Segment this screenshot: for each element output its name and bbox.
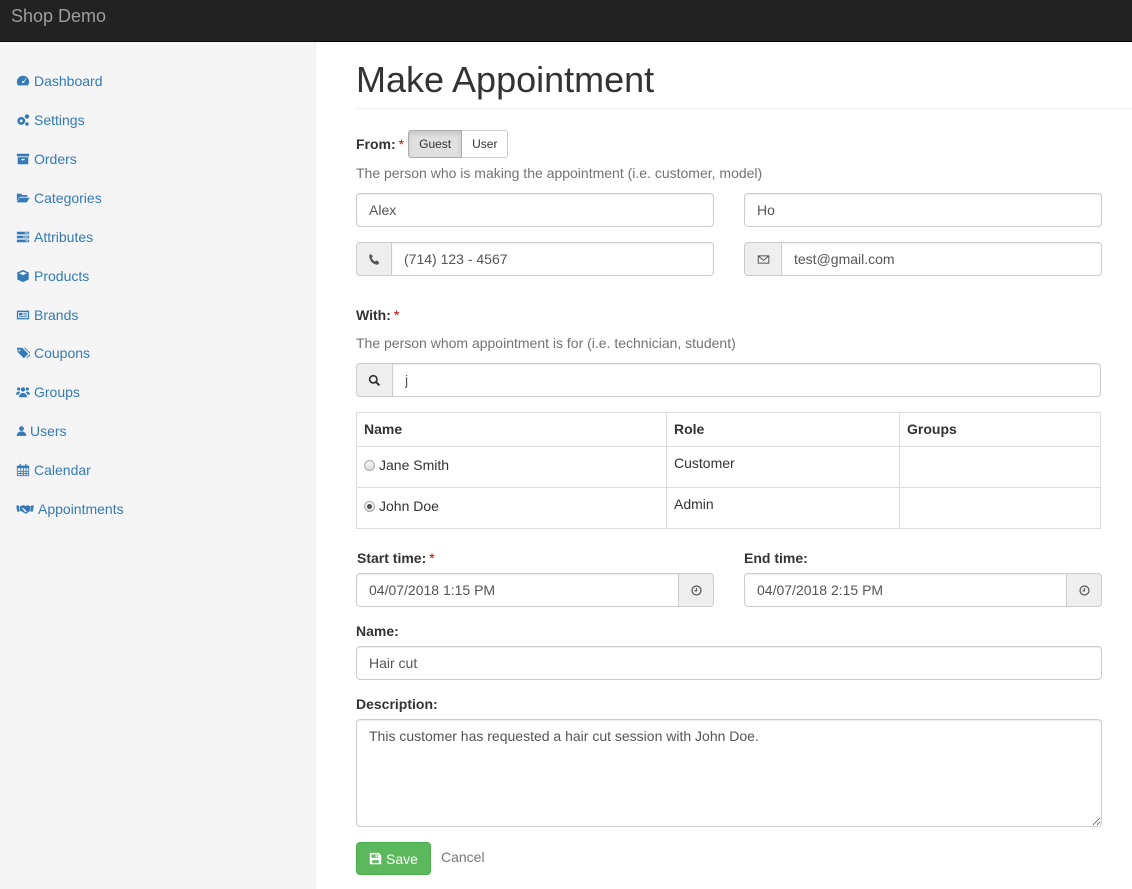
from-label-text: From: bbox=[356, 136, 396, 152]
cancel-link[interactable]: Cancel bbox=[441, 849, 485, 865]
sidebar-item-calendar[interactable]: Calendar bbox=[16, 460, 91, 480]
role-cell: Customer bbox=[666, 446, 900, 488]
with-label: With: * bbox=[356, 307, 399, 323]
groups-cell bbox=[899, 446, 1101, 488]
sidebar-item-coupons[interactable]: Coupons bbox=[16, 343, 90, 363]
from-type-toggle: Guest User bbox=[408, 130, 509, 158]
description-label: Description: bbox=[356, 696, 438, 712]
guest-toggle-button[interactable]: Guest bbox=[408, 130, 463, 158]
table-row[interactable]: Jane Smith Customer bbox=[356, 446, 1101, 488]
user-name: John Doe bbox=[379, 498, 439, 514]
dashboard-icon bbox=[16, 73, 32, 87]
first-name-input[interactable] bbox=[356, 193, 714, 227]
sidebar-item-label: Dashboard bbox=[34, 73, 103, 89]
brand-link[interactable]: Shop Demo bbox=[11, 6, 106, 26]
search-icon bbox=[356, 363, 392, 397]
users-icon bbox=[16, 384, 32, 398]
groups-cell bbox=[899, 487, 1101, 529]
end-time-input-group bbox=[744, 573, 1102, 607]
clock-icon[interactable] bbox=[679, 573, 714, 607]
gears-icon bbox=[16, 112, 32, 126]
column-header-name: Name bbox=[356, 412, 667, 447]
phone-icon bbox=[356, 242, 391, 276]
with-label-text: With: bbox=[356, 307, 391, 323]
from-label: From: * bbox=[356, 136, 404, 152]
sidebar-item-label: Settings bbox=[34, 112, 85, 128]
clock-icon[interactable] bbox=[1067, 573, 1102, 607]
user-name: Jane Smith bbox=[379, 457, 450, 473]
required-mark: * bbox=[398, 136, 405, 152]
sidebar-item-attributes[interactable]: Attributes bbox=[16, 227, 93, 247]
sidebar-item-label: Categories bbox=[34, 190, 102, 206]
with-search-input[interactable] bbox=[392, 363, 1101, 397]
table-row[interactable]: John Doe Admin bbox=[356, 487, 1101, 529]
sidebar-item-label: Coupons bbox=[34, 345, 91, 361]
description-textarea[interactable]: This customer has requested a hair cut s… bbox=[356, 719, 1102, 827]
start-time-input-group bbox=[356, 573, 714, 607]
start-time-label-text: Start time: bbox=[357, 550, 427, 566]
sidebar-item-brands[interactable]: Brands bbox=[16, 305, 78, 325]
sidebar-item-orders[interactable]: Orders bbox=[16, 149, 77, 169]
select-user-radio[interactable] bbox=[364, 501, 375, 512]
sidebar-item-label: Attributes bbox=[34, 229, 94, 245]
sidebar-item-settings[interactable]: Settings bbox=[16, 110, 85, 130]
page-title: Make Appointment bbox=[356, 59, 655, 100]
envelope-icon bbox=[744, 242, 781, 276]
last-name-input[interactable] bbox=[744, 193, 1102, 227]
tasks-icon bbox=[16, 229, 32, 243]
sidebar-item-label: Users bbox=[30, 423, 67, 439]
title-divider bbox=[356, 108, 1132, 109]
top-navbar: Shop Demo bbox=[0, 0, 1132, 42]
save-icon bbox=[369, 852, 382, 865]
email-input[interactable] bbox=[781, 242, 1102, 276]
from-help-text: The person who is making the appointment… bbox=[356, 165, 763, 181]
required-mark: * bbox=[429, 550, 435, 566]
user-icon bbox=[16, 423, 28, 437]
name-label: Name: bbox=[356, 623, 399, 639]
sidebar: Dashboard Settings Orders Categories Att… bbox=[0, 42, 316, 889]
sidebar-item-categories[interactable]: Categories bbox=[16, 188, 102, 208]
cube-icon bbox=[16, 268, 32, 283]
save-label: Save bbox=[386, 850, 418, 867]
sidebar-item-label: Appointments bbox=[38, 501, 124, 517]
table-header-row: Name Role Groups bbox=[356, 412, 1101, 447]
end-time-input[interactable] bbox=[744, 573, 1067, 607]
sidebar-item-groups[interactable]: Groups bbox=[16, 382, 80, 402]
handshake-icon bbox=[16, 501, 36, 515]
end-time-label: End time: bbox=[744, 550, 808, 566]
phone-input[interactable] bbox=[391, 242, 714, 276]
from-row: From: * Guest User bbox=[356, 130, 509, 158]
sidebar-item-label: Brands bbox=[34, 307, 79, 323]
tags-icon bbox=[16, 345, 32, 359]
required-mark: * bbox=[393, 307, 400, 323]
search-input-group bbox=[356, 363, 1101, 397]
folder-open-icon bbox=[16, 190, 32, 204]
archive-icon bbox=[16, 151, 32, 165]
sidebar-item-label: Products bbox=[34, 268, 90, 284]
phone-input-group bbox=[356, 242, 714, 276]
with-help-text: The person whom appointment is for (i.e.… bbox=[356, 335, 736, 351]
newspaper-icon bbox=[16, 307, 32, 321]
save-button[interactable]: Save bbox=[356, 842, 431, 875]
select-user-radio[interactable] bbox=[364, 460, 375, 471]
users-table: Name Role Groups Jane Smith Customer Joh… bbox=[356, 412, 1101, 529]
column-header-groups: Groups bbox=[899, 412, 1101, 447]
column-header-role: Role bbox=[666, 412, 900, 447]
start-time-label: Start time: * bbox=[357, 550, 435, 566]
sidebar-item-label: Groups bbox=[34, 384, 80, 400]
appointment-name-input[interactable] bbox=[356, 646, 1102, 680]
name-cell: John Doe bbox=[356, 487, 667, 529]
email-input-group bbox=[744, 242, 1102, 276]
sidebar-item-products[interactable]: Products bbox=[16, 266, 89, 286]
name-cell: Jane Smith bbox=[356, 446, 667, 488]
start-time-input[interactable] bbox=[356, 573, 679, 607]
sidebar-item-appointments[interactable]: Appointments bbox=[16, 499, 124, 519]
sidebar-item-dashboard[interactable]: Dashboard bbox=[16, 71, 103, 91]
sidebar-item-users[interactable]: Users bbox=[16, 421, 67, 441]
role-cell: Admin bbox=[666, 487, 900, 529]
calendar-icon bbox=[16, 462, 32, 477]
sidebar-item-label: Orders bbox=[34, 151, 77, 167]
sidebar-item-label: Calendar bbox=[34, 462, 91, 478]
user-toggle-button[interactable]: User bbox=[462, 130, 509, 158]
